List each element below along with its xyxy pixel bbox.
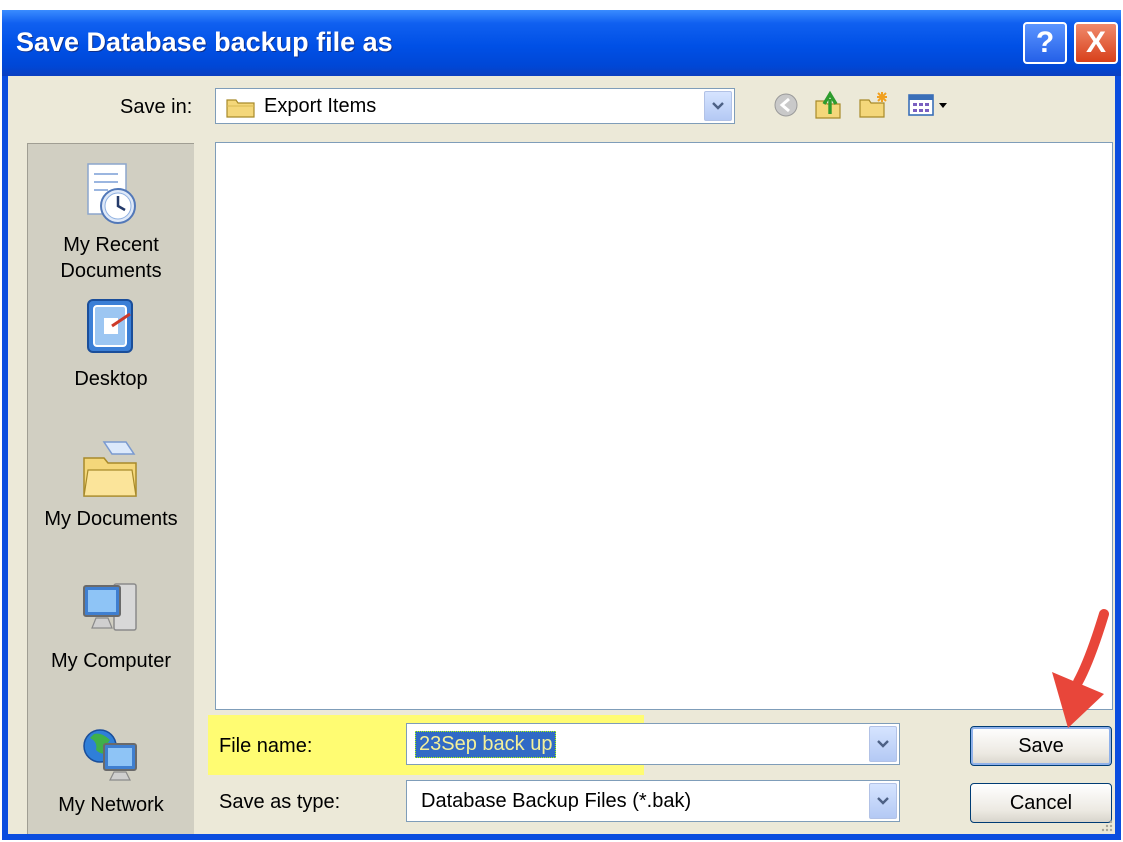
place-desktop[interactable]: Desktop xyxy=(28,296,194,392)
dialog-body: Save in: Export Items My Recent Document… xyxy=(8,76,1115,834)
place-label: My Documents xyxy=(44,508,178,530)
save-button[interactable]: Save xyxy=(970,726,1112,766)
place-label: My Computer xyxy=(50,650,172,672)
file-name-value: 23Sep back up xyxy=(415,731,557,758)
place-my-computer[interactable]: My Computer xyxy=(28,578,194,674)
up-folder-icon[interactable] xyxy=(813,90,845,120)
save-in-dropdown[interactable]: Export Items xyxy=(215,88,735,124)
title-bar[interactable]: Save Database backup file as ? X xyxy=(2,10,1121,76)
place-label: My Recent Documents xyxy=(60,234,162,282)
file-list[interactable] xyxy=(215,142,1113,710)
cancel-button[interactable]: Cancel xyxy=(970,783,1112,823)
file-name-field[interactable]: 23Sep back up xyxy=(406,723,900,765)
save-in-label: Save in: xyxy=(120,96,193,118)
my-network-icon xyxy=(83,729,137,781)
places-bar: My Recent Documents Desktop My Documents xyxy=(27,143,194,834)
my-computer-icon xyxy=(83,583,137,631)
save-as-type-dropdown[interactable]: Database Backup Files (*.bak) xyxy=(406,780,900,822)
save-as-type-label: Save as type: xyxy=(219,791,341,813)
resize-grip-icon[interactable] xyxy=(1099,818,1113,832)
place-label: My Network xyxy=(58,794,164,816)
chevron-down-icon[interactable] xyxy=(869,726,897,762)
desktop-icon xyxy=(87,299,133,353)
save-as-type-value: Database Backup Files (*.bak) xyxy=(421,790,692,812)
my-documents-icon xyxy=(83,441,137,497)
help-button[interactable]: ? xyxy=(1023,22,1067,64)
file-name-label: File name: xyxy=(219,735,313,757)
save-in-value: Export Items xyxy=(264,95,377,117)
dialog-title: Save Database backup file as xyxy=(16,27,393,57)
place-my-documents[interactable]: My Documents xyxy=(28,436,194,532)
chevron-down-icon[interactable] xyxy=(704,91,732,121)
place-my-network[interactable]: My Network xyxy=(28,722,194,818)
folder-icon xyxy=(226,99,255,118)
close-button[interactable]: X xyxy=(1074,22,1118,64)
place-label: Desktop xyxy=(74,368,148,390)
new-folder-icon[interactable] xyxy=(858,90,890,120)
place-my-recent-documents[interactable]: My Recent Documents xyxy=(28,162,194,284)
recent-documents-icon xyxy=(87,163,136,224)
back-icon[interactable] xyxy=(771,90,803,120)
views-menu-icon[interactable] xyxy=(906,90,954,120)
save-dialog: Save Database backup file as ? X Save in… xyxy=(2,10,1121,840)
chevron-down-icon[interactable] xyxy=(869,783,897,819)
top-strip xyxy=(0,0,1123,10)
